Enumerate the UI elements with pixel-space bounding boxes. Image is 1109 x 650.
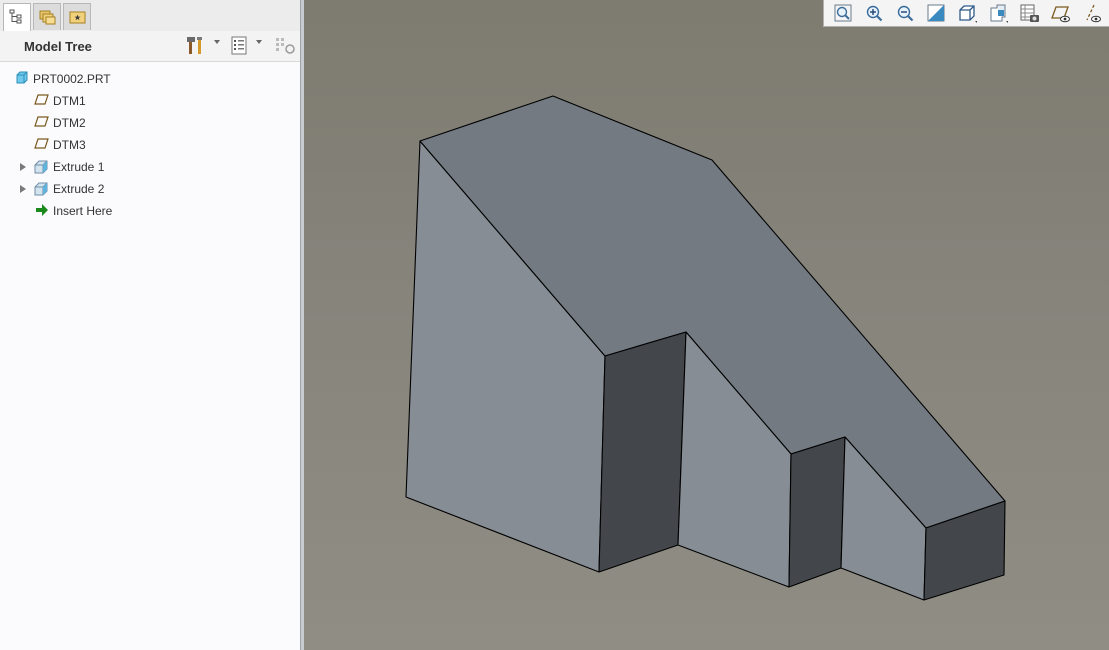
zoom-out-button[interactable] — [892, 2, 918, 24]
tree-item-label: DTM1 — [53, 94, 86, 108]
model-face-front-2 — [788, 436, 846, 588]
show-dropdown-caret[interactable] — [256, 40, 262, 44]
display-style-icon — [959, 5, 977, 23]
tree-item-part[interactable]: PRT0002.PRT — [0, 69, 290, 89]
datum-plane-icon — [34, 116, 49, 127]
settings-dropdown-caret[interactable] — [214, 40, 220, 44]
view-manager-button[interactable] — [1016, 2, 1042, 24]
tree-filter-icon — [276, 38, 295, 54]
tree-item-dtm2[interactable]: DTM2 — [0, 113, 290, 133]
navigator-tabs — [0, 0, 300, 32]
tree-item-dtm1[interactable]: DTM1 — [0, 91, 290, 111]
expand-arrow-icon[interactable] — [20, 185, 26, 193]
tree-item-label: PRT0002.PRT — [33, 72, 111, 86]
repaint-icon — [927, 4, 945, 22]
model-tree-title: Model Tree — [24, 39, 92, 54]
application-window: Model Tree PRT0002.PRT DTM1 DTM2 DTM3 Ex… — [0, 0, 1109, 650]
tree-item-insert-here[interactable]: Insert Here — [0, 201, 290, 221]
tree-item-label: DTM2 — [53, 116, 86, 130]
saved-orientations-icon — [990, 4, 1008, 23]
tools-icon — [187, 37, 202, 54]
filter-button[interactable] — [275, 36, 297, 56]
favorites-icon — [69, 11, 86, 24]
model-face-front-1 — [598, 331, 687, 573]
part-icon — [16, 71, 28, 84]
tree-item-dtm3[interactable]: DTM3 — [0, 135, 290, 155]
part-model-render[interactable] — [304, 0, 1109, 650]
graphics-toolbar — [823, 0, 1109, 27]
folder-browser-tab[interactable] — [33, 3, 61, 30]
view-manager-icon — [1020, 4, 1039, 22]
tree-item-label: DTM3 — [53, 138, 86, 152]
model-tree: PRT0002.PRT DTM1 DTM2 DTM3 Extrude 1 Ext… — [0, 62, 300, 650]
display-style-button[interactable] — [954, 2, 980, 24]
expand-arrow-icon[interactable] — [20, 163, 26, 171]
tree-item-extrude-1[interactable]: Extrude 1 — [0, 157, 290, 177]
show-list-icon — [231, 36, 247, 55]
tree-item-extrude-2[interactable]: Extrude 2 — [0, 179, 290, 199]
datum-plane-icon — [34, 138, 49, 149]
datum-display-button[interactable] — [1047, 2, 1073, 24]
refit-icon — [834, 4, 852, 22]
model-tree-tab[interactable] — [3, 3, 31, 32]
axis-display-button[interactable] — [1078, 2, 1104, 24]
tree-item-label: Extrude 1 — [53, 160, 105, 174]
navigator-panel: Model Tree PRT0002.PRT DTM1 DTM2 DTM3 Ex… — [0, 0, 301, 650]
tree-item-label: Insert Here — [53, 204, 113, 218]
axis-display-icon — [1086, 4, 1101, 23]
zoom-in-button[interactable] — [861, 2, 887, 24]
datum-display-icon — [1051, 6, 1070, 23]
insert-arrow-icon — [36, 204, 48, 216]
model-tree-header: Model Tree — [0, 31, 300, 62]
show-button[interactable] — [230, 36, 250, 56]
extrude-icon — [34, 160, 48, 174]
zoom-in-icon — [866, 5, 883, 22]
folder-browser-icon — [39, 10, 56, 25]
model-tree-icon — [9, 9, 22, 24]
zoom-out-icon — [897, 5, 914, 22]
saved-orientations-button[interactable] — [985, 2, 1011, 24]
settings-button[interactable] — [186, 36, 208, 56]
refit-button[interactable] — [830, 2, 856, 24]
extrude-icon — [34, 182, 48, 196]
datum-plane-icon — [34, 94, 49, 105]
repaint-button[interactable] — [923, 2, 949, 24]
tree-item-label: Extrude 2 — [53, 182, 105, 196]
graphics-window[interactable] — [304, 0, 1109, 650]
favorites-tab[interactable] — [63, 3, 91, 30]
